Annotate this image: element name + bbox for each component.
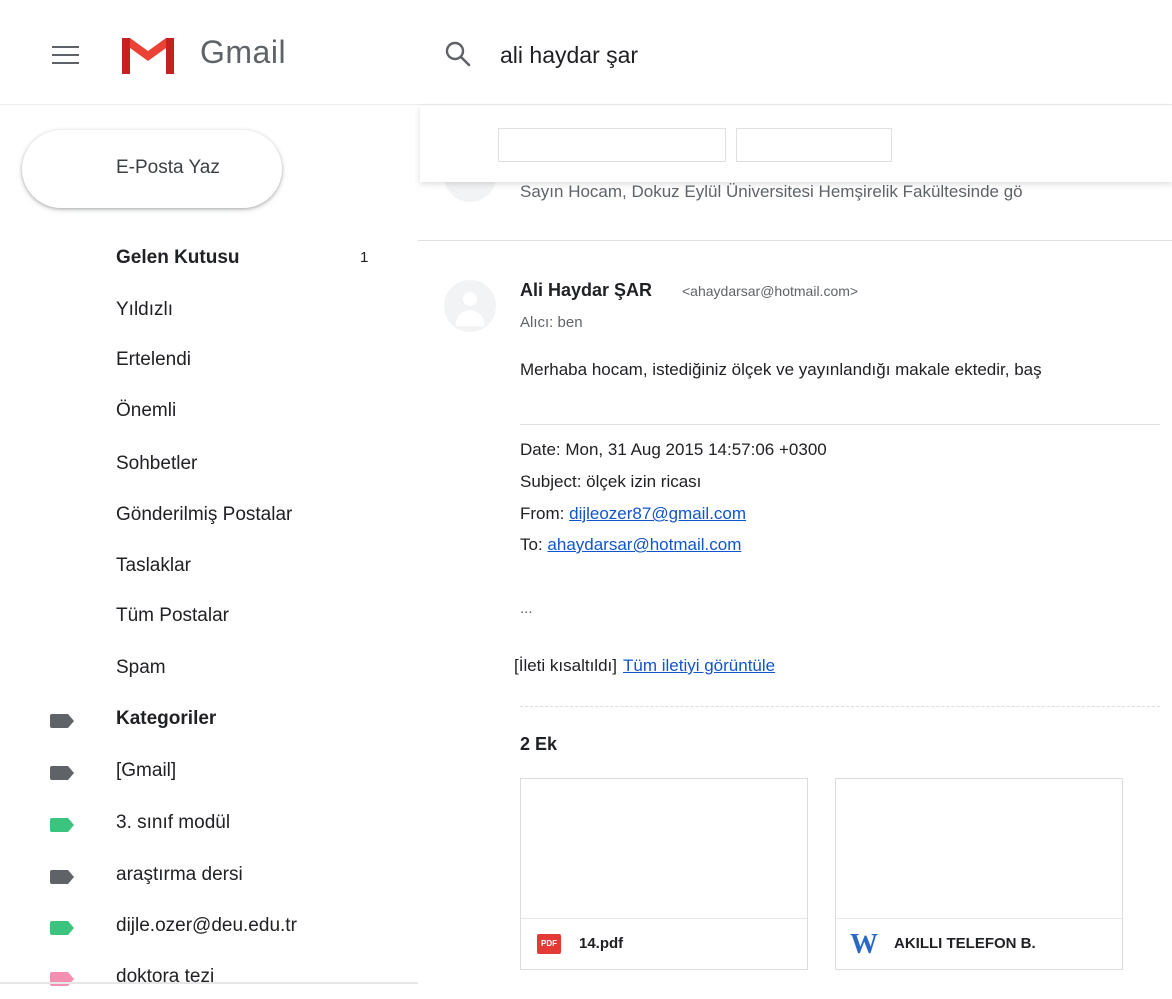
clipped-text: [İleti kısaltıldı] <box>514 656 617 675</box>
gmail-logo-icon[interactable] <box>116 30 180 78</box>
sidebar-item-label: Spam <box>116 657 166 678</box>
sidebar-item-spam[interactable]: Spam <box>0 646 400 690</box>
quoted-subject: Subject: ölçek izin ricası <box>520 472 702 491</box>
sidebar-item-label: araştırma dersi <box>116 864 243 885</box>
sidebar-item-inbox[interactable]: Gelen Kutusu 1 <box>0 236 400 280</box>
sidebar-item-drafts[interactable]: Taslaklar <box>0 544 400 588</box>
previous-message-snippet[interactable]: Sayın Hocam, Dokuz Eylül Üniversitesi He… <box>520 182 1023 202</box>
search-icon[interactable] <box>444 40 472 68</box>
sidebar-label-categories[interactable]: Kategoriler <box>0 697 400 741</box>
sidebar-item-label: Sohbetler <box>116 453 198 474</box>
toolbar-popup <box>420 106 1172 182</box>
recipient-line[interactable]: Alıcı: ben <box>520 314 583 331</box>
sidebar-item-label: Ertelendi <box>116 349 191 370</box>
main-menu-icon[interactable] <box>52 46 79 66</box>
quoted-to-label: To: <box>520 535 548 554</box>
quoted-to: To: ahaydarsar@hotmail.com <box>520 535 741 555</box>
sidebar-item-all-mail[interactable]: Tüm Postalar <box>0 594 400 638</box>
sidebar-item-label: [Gmail] <box>116 760 177 781</box>
quoted-to-link[interactable]: ahaydarsar@hotmail.com <box>547 535 741 554</box>
sidebar-item-label: dijle.ozer@deu.edu.tr <box>116 915 297 936</box>
label-tag-icon <box>50 921 74 935</box>
quoted-from-link[interactable]: dijleozer87@gmail.com <box>569 504 746 523</box>
sender-email: <ahaydarsar@hotmail.com> <box>682 283 859 299</box>
sidebar-item-starred[interactable]: Yıldızlı <box>0 288 400 332</box>
unread-count: 1 <box>360 249 369 266</box>
sidebar-label-arastirma-dersi[interactable]: araştırma dersi <box>0 853 400 897</box>
attachment-footer: W AKILLI TELEFON B. <box>836 918 1122 969</box>
popup-field[interactable] <box>736 128 892 162</box>
sidebar-item-label: doktora tezi <box>116 966 215 987</box>
view-full-message-link[interactable]: Tüm iletiyi görüntüle <box>623 656 775 675</box>
trimmed-content-ellipsis[interactable]: ... <box>520 600 533 617</box>
sidebar-item-label: 3. sınıf modül <box>116 812 231 833</box>
sidebar-item-snoozed[interactable]: Ertelendi <box>0 338 400 382</box>
label-tag-icon <box>50 714 74 728</box>
sidebar-item-label: Önemli <box>116 400 177 421</box>
sidebar-divider <box>0 982 418 984</box>
attachment-footer: PDF 14.pdf <box>521 918 807 969</box>
sidebar-item-label: Tüm Postalar <box>116 605 229 626</box>
attachment-name: AKILLI TELEFON B. <box>894 935 1036 952</box>
compose-button[interactable]: E-Posta Yaz <box>22 130 282 208</box>
sender-name[interactable]: Ali Haydar ŞAR <box>520 280 652 301</box>
sidebar-item-label: Gelen Kutusu <box>116 247 240 268</box>
sidebar-label-3-sinif-modul[interactable]: 3. sınıf modül <box>0 801 400 845</box>
attachment-card[interactable]: W AKILLI TELEFON B. <box>835 778 1123 970</box>
word-icon: W <box>850 929 878 960</box>
sidebar-item-important[interactable]: Önemli <box>0 389 400 433</box>
attachments-title: 2 Ek <box>520 734 558 754</box>
sidebar-item-label: Gönderilmiş Postalar <box>116 504 293 525</box>
attachment-card[interactable]: PDF 14.pdf <box>520 778 808 970</box>
sidebar-item-sent[interactable]: Gönderilmiş Postalar <box>0 493 400 537</box>
sender-avatar <box>444 280 496 332</box>
sidebar-item-label: Taslaklar <box>116 555 191 576</box>
label-tag-icon <box>50 870 74 884</box>
sidebar-item-label: Yıldızlı <box>116 299 174 320</box>
search-input[interactable] <box>500 38 1140 72</box>
sidebar-item-chats[interactable]: Sohbetler <box>0 442 400 486</box>
attachment-name: 14.pdf <box>579 935 624 952</box>
quoted-from-label: From: <box>520 504 570 523</box>
quoted-from: From: dijleozer87@gmail.com <box>520 504 746 524</box>
quote-separator <box>520 424 1160 425</box>
sidebar-label-gmail[interactable]: [Gmail] <box>0 749 400 793</box>
label-tag-icon <box>50 818 74 832</box>
quoted-date: Date: Mon, 31 Aug 2015 14:57:06 +0300 <box>520 440 827 459</box>
popup-field[interactable] <box>498 128 726 162</box>
message-body: Merhaba hocam, istediğiniz ölçek ve yayı… <box>520 360 1042 379</box>
app-name: Gmail <box>200 34 287 70</box>
compose-label: E-Posta Yaz <box>116 157 220 178</box>
message-divider <box>418 240 1172 241</box>
sidebar-label-doktora-tezi[interactable]: doktora tezi <box>0 955 400 999</box>
attachments-divider <box>520 706 1160 707</box>
label-tag-icon <box>50 766 74 780</box>
sidebar-label-dijle-ozer[interactable]: dijle.ozer@deu.edu.tr <box>0 904 400 948</box>
pdf-icon: PDF <box>537 934 561 954</box>
sidebar-item-label: Kategoriler <box>116 708 217 729</box>
clipped-notice: [İleti kısaltıldı] Tüm iletiyi görüntüle <box>514 656 775 676</box>
top-bar: Gmail <box>0 0 1172 105</box>
